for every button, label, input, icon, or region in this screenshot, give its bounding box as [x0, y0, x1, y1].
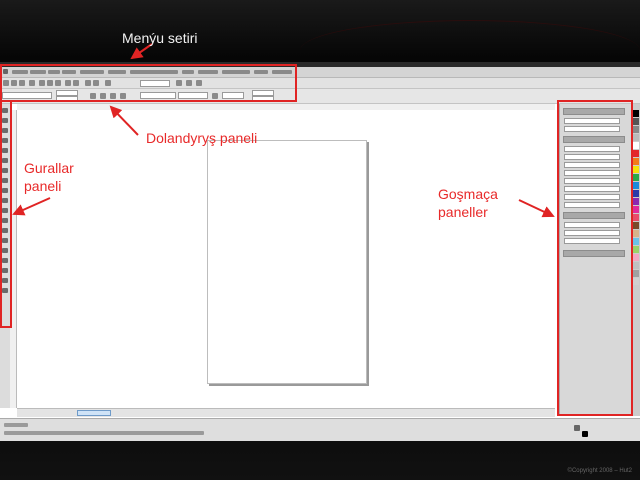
toolbox-label-line2: paneli — [24, 178, 62, 194]
menu-arrow — [130, 43, 153, 60]
dockers-label-line2: paneller — [438, 204, 488, 220]
toolbar-arrow — [109, 105, 139, 136]
callout-arrows — [12, 43, 555, 218]
copyright-text: ©Copyright 2008 – Hut2 — [567, 468, 632, 474]
dockers-arrow — [518, 199, 555, 218]
dockers-label-line1: Goşmaça — [438, 186, 498, 202]
toolbox-arrow — [12, 197, 51, 216]
toolbox-label-line1: Gurallar — [24, 160, 74, 176]
toolbar-label: Dolandyryş paneli — [146, 130, 258, 146]
menu-bar-label: Menýu setiri — [122, 30, 198, 46]
